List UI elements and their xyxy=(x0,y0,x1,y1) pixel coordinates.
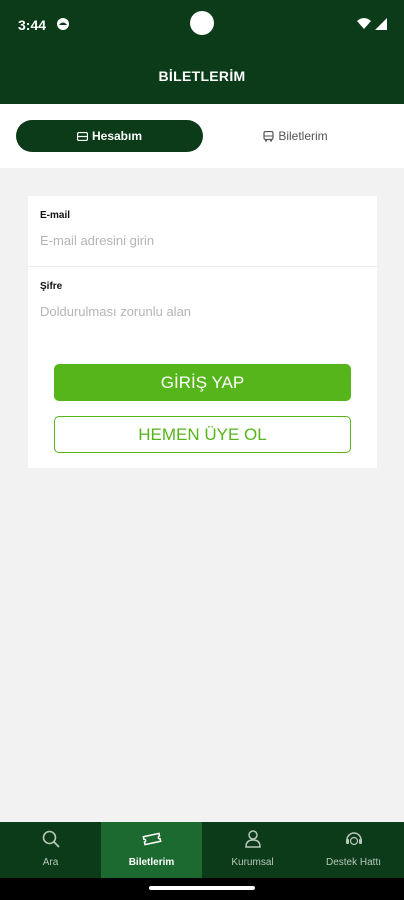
tab-biletlerim[interactable]: Biletlerim xyxy=(203,120,388,152)
signup-button[interactable]: HEMEN ÜYE OL xyxy=(54,416,351,453)
password-input[interactable] xyxy=(40,299,360,323)
tab-hesabim[interactable]: Hesabım xyxy=(16,120,203,152)
password-field: Şifre xyxy=(28,267,377,338)
search-icon xyxy=(42,830,60,848)
app-bar: BİLETLERİM xyxy=(0,50,404,104)
camera-cutout xyxy=(190,11,214,35)
login-button[interactable]: GİRİŞ YAP xyxy=(54,364,351,401)
support-icon xyxy=(345,832,362,846)
bus-icon xyxy=(263,130,274,142)
nav-label: Destek Hattı xyxy=(325,857,382,868)
wifi-signal-icon xyxy=(357,18,387,30)
nav-item-ara[interactable]: Ara xyxy=(0,822,101,878)
status-bar: 3:44 xyxy=(0,0,404,50)
email-input[interactable] xyxy=(40,228,360,252)
login-form: E-mail Şifre GİRİŞ YAP HEMEN ÜYE OL xyxy=(28,196,377,468)
page-title: BİLETLERİM xyxy=(158,68,246,84)
nav-label: Biletlerim xyxy=(128,857,175,868)
app-notification-icon xyxy=(57,18,69,30)
nav-item-kurumsal[interactable]: Kurumsal xyxy=(202,822,303,878)
status-time: 3:44 xyxy=(18,17,47,33)
tab-label: Hesabım xyxy=(91,129,143,143)
bottom-nav: Ara Biletlerim Kurumsal Destek Hattı xyxy=(0,822,404,878)
ticket-icon xyxy=(141,832,162,846)
password-label: Şifre xyxy=(40,281,63,292)
tab-label: Biletlerim xyxy=(278,129,328,143)
ticket-icon xyxy=(76,131,88,141)
segment-tabs: Hesabım Biletlerim xyxy=(0,104,404,168)
nav-label: Ara xyxy=(42,857,59,868)
nav-item-biletlerim[interactable]: Biletlerim xyxy=(101,822,202,878)
nav-item-destek-hatti[interactable]: Destek Hattı xyxy=(303,822,404,878)
home-gesture-bar[interactable] xyxy=(149,886,255,890)
email-label: E-mail xyxy=(40,210,71,221)
system-gesture-area xyxy=(0,878,404,900)
person-icon xyxy=(244,830,261,848)
email-field: E-mail xyxy=(28,196,377,267)
nav-label: Kurumsal xyxy=(231,857,274,868)
